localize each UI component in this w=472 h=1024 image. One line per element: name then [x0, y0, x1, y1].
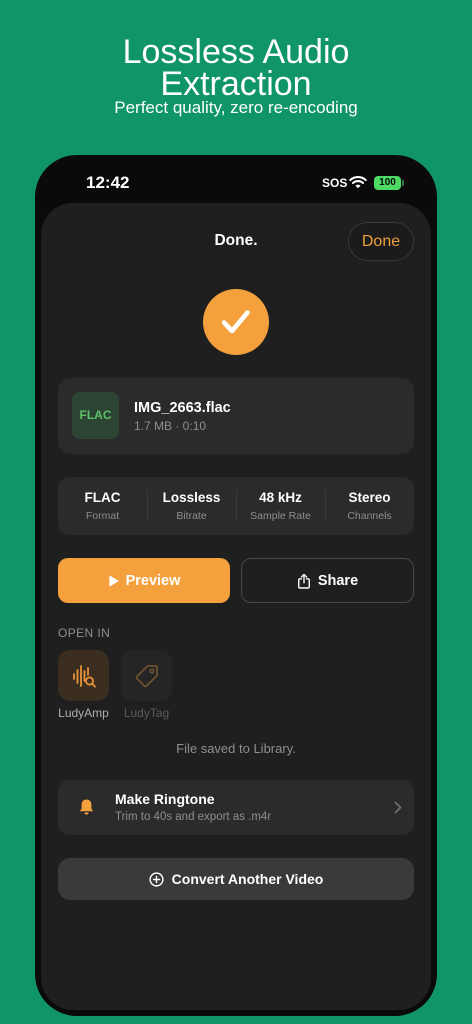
- file-name: IMG_2663.flac: [134, 400, 231, 416]
- share-icon: [297, 573, 311, 589]
- app-label: LudyAmp: [58, 706, 109, 720]
- promo-title: Lossless Audio Extraction: [122, 33, 350, 103]
- play-icon: [108, 575, 119, 587]
- app-tile[interactable]: [121, 650, 172, 701]
- share-label: Share: [317, 572, 359, 589]
- stat-value: FLAC: [84, 490, 121, 505]
- wifi-icon: [349, 175, 367, 189]
- waveform-search-icon: [70, 662, 98, 690]
- chevron-right-icon: [394, 801, 402, 814]
- saved-note: File saved to Library.: [176, 741, 296, 756]
- ringtone-subtitle: Trim to 40s and export as .m4r: [115, 811, 272, 823]
- done-button[interactable]: Done: [348, 222, 414, 261]
- stat-label: Channels: [347, 510, 392, 522]
- battery-cap: [402, 180, 404, 186]
- stat-value: Lossless: [162, 490, 221, 505]
- stat-bitrate: Lossless Bitrate: [147, 477, 236, 535]
- bell-icon: [78, 798, 95, 817]
- share-button[interactable]: Share: [241, 558, 414, 603]
- open-in-app-ludyamp[interactable]: LudyAmp: [58, 650, 109, 720]
- result-sheet: Done. Done FLAC IMG_2663.flac 1.7 MB · 0…: [41, 203, 431, 1010]
- stat-label: Sample Rate: [250, 510, 311, 522]
- preview-button[interactable]: Preview: [58, 558, 230, 603]
- checkmark-icon: [203, 289, 269, 355]
- open-in-heading: OPEN IN: [58, 626, 111, 640]
- preview-label: Preview: [125, 572, 181, 589]
- convert-another-video-button[interactable]: Convert Another Video: [58, 858, 414, 900]
- make-ringtone-row[interactable]: Make Ringtone Trim to 40s and export as …: [58, 780, 414, 835]
- app-tile[interactable]: [58, 650, 109, 701]
- stat-value: 48 kHz: [259, 490, 302, 505]
- file-meta: 1.7 MB · 0:10: [134, 419, 207, 433]
- app-label: LudyTag: [123, 706, 170, 720]
- status-time: 12:42: [86, 173, 130, 192]
- open-in-app-ludytag[interactable]: LudyTag: [121, 650, 172, 720]
- status-sos: SOS: [322, 176, 348, 190]
- convert-label: Convert Another Video: [171, 871, 324, 887]
- stat-label: Format: [85, 510, 120, 522]
- stat-channels: Stereo Channels: [325, 477, 414, 535]
- battery-icon: 100: [374, 176, 401, 190]
- format-badge: FLAC: [72, 392, 119, 439]
- tag-icon: [134, 663, 160, 689]
- stat-label: Bitrate: [176, 510, 207, 522]
- stat-sample-rate: 48 kHz Sample Rate: [236, 477, 325, 535]
- phone-frame: 12:42 SOS 100 Done. Done FLAC IMG_2663.f…: [35, 155, 437, 1016]
- ringtone-title: Make Ringtone: [115, 791, 215, 807]
- file-card: FLAC IMG_2663.flac 1.7 MB · 0:10: [58, 378, 414, 454]
- audio-stats: FLAC Format Lossless Bitrate 48 kHz Samp…: [58, 477, 414, 535]
- plus-circle-icon: [149, 871, 164, 887]
- stat-format: FLAC Format: [58, 477, 147, 535]
- stat-value: Stereo: [348, 490, 391, 505]
- promo-subtitle: Perfect quality, zero re-encoding: [114, 98, 358, 117]
